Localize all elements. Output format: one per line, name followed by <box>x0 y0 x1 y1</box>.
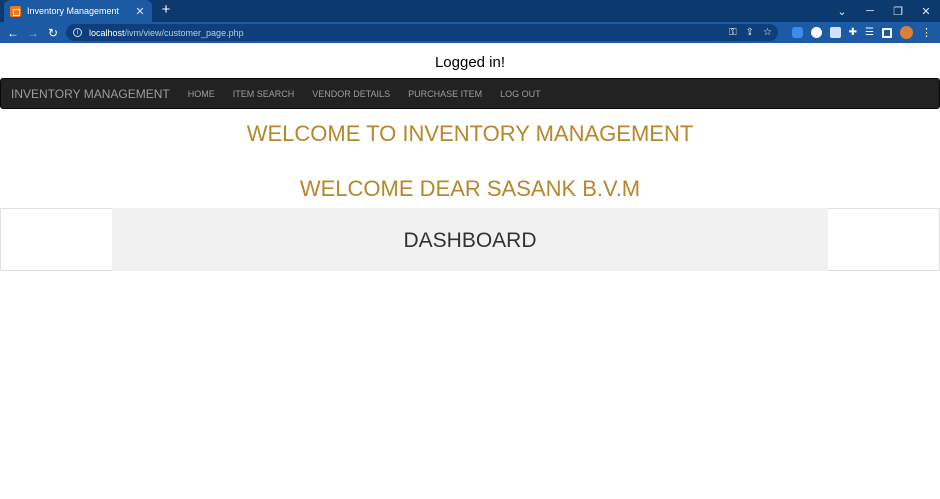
window-controls: ⌄ ─ ❐ ✕ <box>828 0 940 22</box>
nav-link-vendor-details[interactable]: VENDOR DETAILS <box>312 89 390 99</box>
new-tab-button[interactable]: + <box>158 2 174 18</box>
side-panel-icon[interactable] <box>882 27 892 38</box>
back-arrow-icon[interactable]: ← <box>3 26 23 40</box>
welcome-user-heading: WELCOME DEAR SASANK B.V.M <box>299 176 641 201</box>
browser-tab[interactable]: Inventory Management ✕ <box>4 0 152 22</box>
close-window-icon[interactable]: ✕ <box>912 5 940 18</box>
navbar-brand[interactable]: INVENTORY MANAGEMENT <box>11 87 170 101</box>
extension-blue-icon[interactable] <box>791 27 803 38</box>
nav-link-home[interactable]: HOME <box>188 89 215 99</box>
tab-favicon-icon <box>10 5 21 17</box>
extension-icons: ✚ ☰ ⋮ <box>791 22 932 43</box>
url-text: localhost/ivm/view/customer_page.php <box>89 28 244 38</box>
bookmark-star-icon[interactable]: ☆ <box>763 27 772 38</box>
restore-icon[interactable]: ❐ <box>884 5 912 18</box>
tab-close-icon[interactable]: ✕ <box>134 5 146 18</box>
tab-search-chevron-icon[interactable]: ⌄ <box>828 5 856 18</box>
reading-list-icon[interactable]: ☰ <box>865 27 874 38</box>
share-icon[interactable]: ⇪ <box>746 27 754 38</box>
login-status-text: Logged in! <box>434 54 506 71</box>
extensions-puzzle-icon[interactable]: ✚ <box>849 27 857 38</box>
nav-link-purchase-item[interactable]: PURCHASE ITEM <box>408 89 482 99</box>
profile-avatar-icon[interactable] <box>900 26 913 39</box>
nav-link-log-out[interactable]: LOG OUT <box>500 89 541 99</box>
browser-menu-icon[interactable]: ⋮ <box>921 26 932 39</box>
main-navbar: INVENTORY MANAGEMENT HOME ITEM SEARCH VE… <box>0 78 940 109</box>
address-bar[interactable]: i localhost/ivm/view/customer_page.php ⚿… <box>66 24 778 41</box>
tab-title: Inventory Management <box>27 6 120 16</box>
url-host: localhost <box>89 27 125 38</box>
browser-tab-strip: Inventory Management ✕ + ⌄ ─ ❐ ✕ <box>0 0 940 22</box>
minimize-icon[interactable]: ─ <box>856 5 884 17</box>
password-key-icon[interactable]: ⚿ <box>729 27 737 38</box>
forward-arrow-icon[interactable]: → <box>23 26 43 40</box>
welcome-heading: WELCOME TO INVENTORY MANAGEMENT <box>246 121 694 146</box>
nav-link-item-search[interactable]: ITEM SEARCH <box>233 89 295 99</box>
reload-icon[interactable]: ↻ <box>43 26 63 40</box>
site-info-icon[interactable]: i <box>73 28 82 37</box>
url-path: /ivm/view/customer_page.php <box>124 27 244 38</box>
extension-image-icon[interactable] <box>829 27 841 38</box>
extension-plus-icon[interactable] <box>810 27 822 38</box>
address-bar-icons: ⚿ ⇪ ☆ <box>729 24 772 41</box>
dashboard-title: DASHBOARD <box>403 229 537 252</box>
